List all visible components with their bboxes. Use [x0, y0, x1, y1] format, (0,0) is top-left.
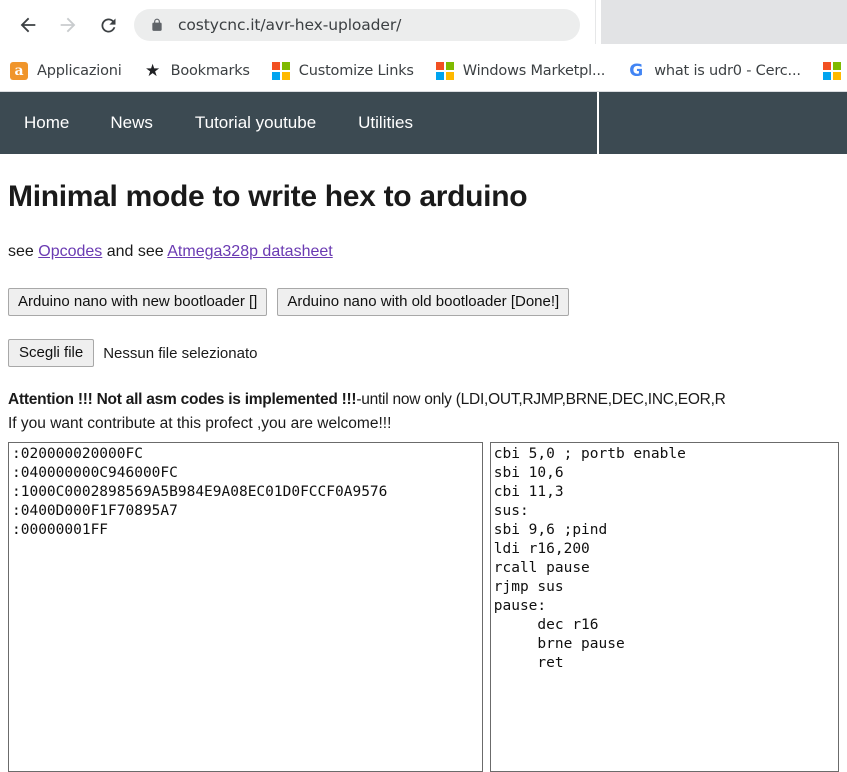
bookmark-label: Bookmarks [170, 62, 250, 79]
browser-toolbar: costycnc.it/avr-hex-uploader/ [0, 0, 847, 50]
reload-button[interactable] [88, 5, 128, 45]
forward-button[interactable] [48, 5, 88, 45]
hex-code-textarea[interactable] [8, 442, 483, 772]
bookmark-applicazioni[interactable]: a Applicazioni [10, 61, 122, 80]
link-atmega328p-datasheet[interactable]: Atmega328p datasheet [167, 243, 332, 260]
bookmarks-bar: a Applicazioni ★ Bookmarks Customize Lin… [0, 50, 847, 92]
url-text: costycnc.it/avr-hex-uploader/ [178, 16, 402, 34]
lock-icon [150, 18, 164, 32]
reload-icon [98, 15, 119, 36]
attention-notice: Attention !!! Not all asm codes is imple… [8, 391, 839, 409]
old-bootloader-button[interactable]: Arduino nano with old bootloader [Done!] [277, 288, 570, 316]
bookmark-customize-links[interactable]: Customize Links [271, 61, 414, 80]
browser-chrome: costycnc.it/avr-hex-uploader/ a Applicaz… [0, 0, 847, 92]
asm-code-textarea[interactable] [489, 442, 839, 772]
bookmark-bookmarks[interactable]: ★ Bookmarks [144, 60, 250, 80]
link-opcodes[interactable]: Opcodes [38, 243, 102, 260]
nav-item-home[interactable]: Home [24, 113, 69, 133]
star-icon: ★ [144, 60, 161, 80]
nav-item-tutorial-youtube[interactable]: Tutorial youtube [195, 113, 316, 133]
back-arrow-icon [17, 14, 39, 36]
page-content: Minimal mode to write hex to arduino see… [0, 180, 847, 772]
microsoft-icon [435, 61, 454, 80]
file-selection-status: Nessun file selezionato [103, 344, 258, 362]
bookmark-label: Customize Links [298, 62, 414, 79]
bookmark-label: what is udr0 - Cerc... [654, 62, 801, 79]
toolbar-divider [595, 0, 601, 44]
bookmark-windows-marketplace[interactable]: Windows Marketpl... [435, 61, 606, 80]
see-middle-text: and see [102, 243, 168, 260]
microsoft-icon [822, 61, 841, 80]
forward-arrow-icon [57, 14, 79, 36]
bookmark-label: Windows Marketpl... [462, 62, 606, 79]
contribute-notice: If you want contribute at this profect ,… [8, 415, 392, 432]
bookmark-what-is-udr0[interactable]: G what is udr0 - Cerc... [627, 62, 801, 80]
nav-item-news[interactable]: News [110, 113, 153, 133]
back-button[interactable] [8, 5, 48, 45]
editor-row [8, 442, 839, 772]
bookmark-fre[interactable]: Fre [822, 61, 847, 80]
bookmark-label: Applicazioni [37, 62, 122, 79]
new-bootloader-button[interactable]: Arduino nano with new bootloader [] [8, 288, 268, 316]
site-navigation-bar: Home News Tutorial youtube Utilities [0, 92, 847, 154]
nav-divider [597, 92, 599, 154]
address-bar[interactable]: costycnc.it/avr-hex-uploader/ [134, 9, 580, 41]
see-prefix-text: see [8, 243, 39, 260]
google-icon: G [629, 60, 644, 81]
microsoft-icon [271, 61, 290, 80]
bootloader-button-row: Arduino nano with new bootloader [] Ardu… [8, 288, 839, 316]
amazon-icon: a [10, 61, 28, 80]
reference-links-line: see Opcodes and see Atmega328p datasheet [8, 243, 839, 261]
choose-file-button[interactable]: Scegli file [8, 339, 95, 367]
nav-item-utilities[interactable]: Utilities [358, 113, 413, 133]
toolbar-right-area [600, 0, 847, 44]
attention-bold-text: Attention !!! Not all asm codes is imple… [8, 391, 357, 408]
file-input-row[interactable]: Scegli file Nessun file selezionato [8, 339, 839, 367]
attention-rest-text: -until now only (LDI,OUT,RJMP,BRNE,DEC,I… [356, 391, 726, 408]
page-title: Minimal mode to write hex to arduino [8, 180, 528, 213]
